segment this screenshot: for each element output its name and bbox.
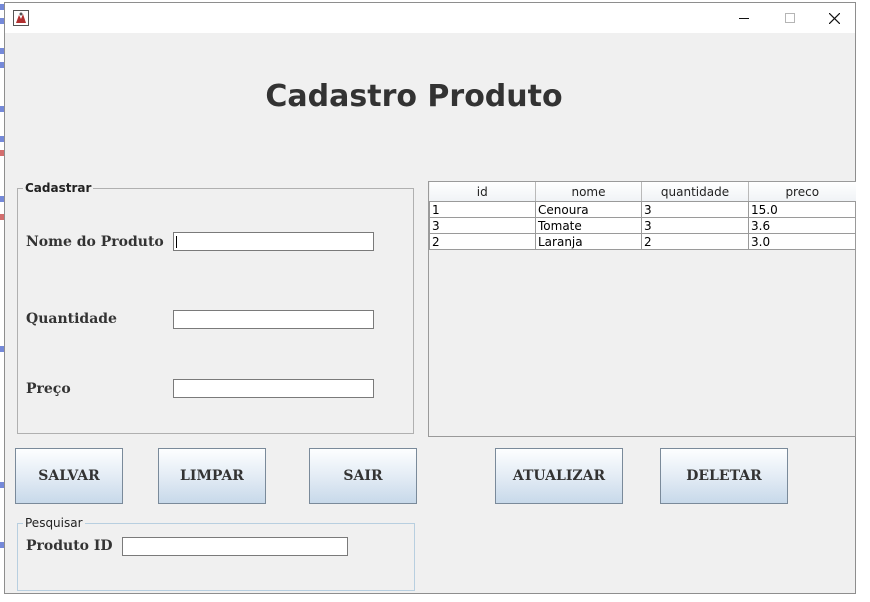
- cell-nome[interactable]: Cenoura: [535, 201, 642, 218]
- pesquisar-legend: Pesquisar: [23, 515, 85, 531]
- minimize-icon: [739, 18, 749, 19]
- maximize-icon: [785, 13, 795, 23]
- atualizar-button[interactable]: ATUALIZAR: [495, 448, 623, 504]
- close-icon: [828, 12, 840, 24]
- table-row[interactable]: 1 Cenoura 3 15.0: [429, 201, 856, 218]
- page-title: Cadastro Produto: [265, 79, 563, 114]
- preco-field[interactable]: [173, 379, 374, 398]
- preco-label: Preço: [26, 381, 71, 397]
- cell-preco[interactable]: 3.0: [748, 233, 856, 250]
- limpar-button[interactable]: LIMPAR: [158, 448, 266, 504]
- cell-nome[interactable]: Laranja: [535, 233, 642, 250]
- column-header-quantidade[interactable]: quantidade: [641, 182, 749, 202]
- cell-id[interactable]: 2: [429, 233, 536, 250]
- table-row[interactable]: 2 Laranja 2 3.0: [429, 233, 856, 250]
- produtos-table-scrollpane[interactable]: id nome quantidade preco 1 Cenoura 3 15.…: [428, 181, 856, 437]
- maximize-button[interactable]: [767, 3, 813, 33]
- deletar-button[interactable]: DELETAR: [660, 448, 788, 504]
- table-row[interactable]: 3 Tomate 3 3.6: [429, 217, 856, 234]
- nome-produto-label: Nome do Produto: [26, 234, 164, 250]
- produto-id-label: Produto ID: [26, 538, 113, 554]
- cell-preco[interactable]: 3.6: [748, 217, 856, 234]
- cell-quantidade[interactable]: 3: [641, 201, 749, 218]
- cadastrar-legend: Cadastrar: [23, 180, 94, 196]
- column-header-id[interactable]: id: [429, 182, 536, 202]
- column-header-nome[interactable]: nome: [535, 182, 642, 202]
- produtos-table: id nome quantidade preco 1 Cenoura 3 15.…: [429, 182, 856, 250]
- cell-nome[interactable]: Tomate: [535, 217, 642, 234]
- column-header-preco[interactable]: preco: [748, 182, 856, 202]
- quantidade-field[interactable]: [173, 310, 374, 329]
- cell-id[interactable]: 1: [429, 201, 536, 218]
- title-bar[interactable]: [5, 3, 855, 33]
- nome-produto-field[interactable]: [173, 232, 374, 251]
- salvar-button[interactable]: SALVAR: [15, 448, 123, 504]
- app-window: Cadastro Produto Cadastrar Nome do Produ…: [4, 2, 856, 594]
- text-caret: [176, 236, 177, 248]
- quantidade-label: Quantidade: [26, 311, 117, 327]
- pesquisar-panel: Pesquisar Produto ID: [17, 515, 415, 591]
- cadastrar-panel: Cadastrar Nome do Produto Quantidade Pre…: [17, 180, 414, 434]
- table-header-row: id nome quantidade preco: [429, 182, 856, 202]
- cell-quantidade[interactable]: 3: [641, 217, 749, 234]
- cell-preco[interactable]: 15.0: [748, 201, 856, 218]
- minimize-button[interactable]: [721, 3, 767, 33]
- produto-id-field[interactable]: [122, 537, 348, 556]
- java-app-icon: [13, 10, 29, 26]
- cell-quantidade[interactable]: 2: [641, 233, 749, 250]
- cell-id[interactable]: 3: [429, 217, 536, 234]
- sair-button[interactable]: SAIR: [309, 448, 417, 504]
- close-button[interactable]: [811, 3, 857, 33]
